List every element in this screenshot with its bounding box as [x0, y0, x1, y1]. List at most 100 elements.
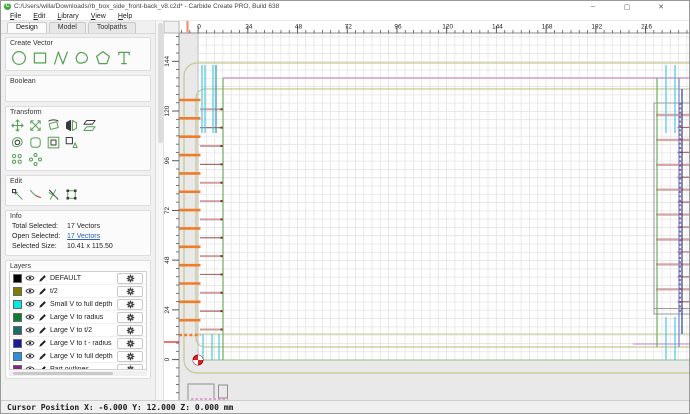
layer-row[interactable]: Large V to full depth — [10, 350, 146, 363]
move-tool-icon[interactable] — [10, 118, 25, 133]
break-tool-icon[interactable] — [46, 187, 61, 202]
layer-color-swatch[interactable] — [13, 300, 22, 309]
eye-icon[interactable] — [25, 300, 35, 308]
status-bar: Cursor Position X: -6.000 Y: 12.000 Z: 0… — [1, 400, 689, 413]
pencil-icon[interactable] — [38, 339, 47, 348]
titlebar: C C:/Users/willa/Downloads/rb_box_side_f… — [1, 1, 689, 12]
polygon-tool-icon[interactable] — [94, 49, 112, 67]
layer-row[interactable]: Large V to t - radius — [10, 337, 146, 350]
layer-settings-gear-icon[interactable] — [117, 312, 143, 323]
menu-library[interactable]: Library — [51, 13, 84, 20]
pencil-icon[interactable] — [38, 365, 47, 371]
layers-horizontal-scrollbar[interactable] — [9, 371, 147, 376]
layer-row[interactable]: t/2 — [10, 285, 146, 298]
rectangle-tool-icon[interactable] — [31, 49, 49, 67]
maximize-button[interactable]: ▢ — [610, 3, 644, 11]
menu-bar: File Edit Library View Help — [1, 12, 689, 21]
cursor-position-readout: Cursor Position X: -6.000 Y: 12.000 Z: 0… — [7, 403, 233, 412]
eye-icon[interactable] — [25, 352, 35, 360]
design-side-panel: Design Model Toolpaths Create Vector Boo… — [1, 21, 156, 400]
layer-settings-gear-icon[interactable] — [117, 364, 143, 371]
eye-icon[interactable] — [25, 274, 35, 282]
layer-settings-gear-icon[interactable] — [117, 299, 143, 310]
layer-row[interactable]: DEFAULT — [10, 272, 146, 285]
layer-row[interactable]: Large V to radius — [10, 311, 146, 324]
pencil-icon[interactable] — [38, 274, 47, 283]
create-vector-section: Create Vector — [5, 37, 151, 71]
pencil-icon[interactable] — [38, 300, 47, 309]
edit-rect-tool-icon[interactable] — [64, 187, 79, 202]
pencil-icon[interactable] — [38, 326, 47, 335]
open-selected-link[interactable]: 17 Vectors — [67, 233, 100, 240]
layer-color-swatch[interactable] — [13, 313, 22, 322]
text-tool-icon[interactable] — [115, 49, 133, 67]
canvas-svg[interactable]: 024487296120144168192216024487296120144 — [164, 21, 690, 402]
design-canvas[interactable]: 024487296120144168192216024487296120144 — [164, 21, 689, 400]
nest-tool-icon[interactable] — [46, 135, 61, 150]
linear-array-tool-icon[interactable] — [10, 152, 25, 167]
panel-tabbar: Design Model Toolpaths — [1, 21, 155, 34]
svg-text:144: 144 — [492, 24, 503, 31]
open-selected-label: Open Selected: — [12, 233, 67, 240]
layer-settings-gear-icon[interactable] — [117, 338, 143, 349]
polyline-tool-icon[interactable] — [52, 49, 70, 67]
trim-tool-icon[interactable] — [28, 187, 43, 202]
layer-settings-gear-icon[interactable] — [117, 286, 143, 297]
svg-text:192: 192 — [591, 24, 602, 31]
circle-tool-icon[interactable] — [10, 49, 28, 67]
layer-color-swatch[interactable] — [13, 287, 22, 296]
tab-design[interactable]: Design — [7, 22, 47, 33]
skew-tool-icon[interactable] — [82, 118, 97, 133]
layer-color-swatch[interactable] — [13, 352, 22, 361]
layer-color-swatch[interactable] — [13, 274, 22, 283]
svg-text:48: 48 — [164, 256, 171, 264]
rotate-tool-icon[interactable] — [46, 118, 61, 133]
layer-color-swatch[interactable] — [13, 365, 22, 371]
eye-icon[interactable] — [25, 326, 35, 334]
layer-settings-gear-icon[interactable] — [117, 273, 143, 284]
svg-text:96: 96 — [164, 157, 171, 165]
menu-edit[interactable]: Edit — [27, 13, 51, 20]
svg-text:0: 0 — [164, 357, 171, 361]
layer-row[interactable]: Part outlines — [10, 363, 146, 370]
eye-icon[interactable] — [25, 339, 35, 347]
circular-array-tool-icon[interactable] — [28, 152, 43, 167]
layers-list: DEFAULTt/2 Small V to full depth Large V t… — [9, 271, 147, 370]
boolean-section: Boolean — [5, 75, 151, 102]
layer-settings-gear-icon[interactable] — [117, 325, 143, 336]
scale-tool-icon[interactable] — [28, 118, 43, 133]
svg-text:120: 120 — [164, 105, 171, 116]
eye-icon[interactable] — [25, 287, 35, 295]
boolean-empty-area — [8, 86, 148, 99]
tab-model[interactable]: Model — [49, 22, 86, 33]
menu-file[interactable]: File — [4, 13, 27, 20]
tab-toolpaths[interactable]: Toolpaths — [88, 22, 136, 33]
info-section: Info Total Selected:17 Vectors Open Sele… — [5, 210, 151, 256]
layer-name: Large V to full depth — [50, 353, 114, 360]
eye-icon[interactable] — [25, 313, 35, 321]
offset-tool-icon[interactable] — [10, 135, 25, 150]
curve-tool-icon[interactable] — [73, 49, 91, 67]
pencil-icon[interactable] — [38, 352, 47, 361]
layer-color-swatch[interactable] — [13, 339, 22, 348]
layer-name: Small V to full depth — [50, 301, 114, 308]
menu-help[interactable]: Help — [112, 13, 138, 20]
minimize-button[interactable]: – — [576, 3, 610, 11]
svg-text:168: 168 — [542, 24, 553, 31]
pencil-icon[interactable] — [38, 287, 47, 296]
node-edit-tool-icon[interactable] — [10, 187, 25, 202]
eye-icon[interactable] — [25, 365, 35, 370]
layer-settings-gear-icon[interactable] — [117, 351, 143, 362]
mirror-tool-icon[interactable] — [64, 118, 79, 133]
svg-text:72: 72 — [164, 206, 171, 214]
menu-view[interactable]: View — [85, 13, 112, 20]
pencil-icon[interactable] — [38, 313, 47, 322]
close-button[interactable]: ✕ — [644, 3, 678, 11]
info-title: Info — [10, 213, 148, 220]
panel-vertical-scrollbar[interactable] — [156, 21, 164, 400]
align-tool-icon[interactable] — [64, 135, 79, 150]
layer-row[interactable]: Large V to t/2 — [10, 324, 146, 337]
fillet-tool-icon[interactable] — [28, 135, 43, 150]
layer-color-swatch[interactable] — [13, 326, 22, 335]
layer-row[interactable]: Small V to full depth — [10, 298, 146, 311]
